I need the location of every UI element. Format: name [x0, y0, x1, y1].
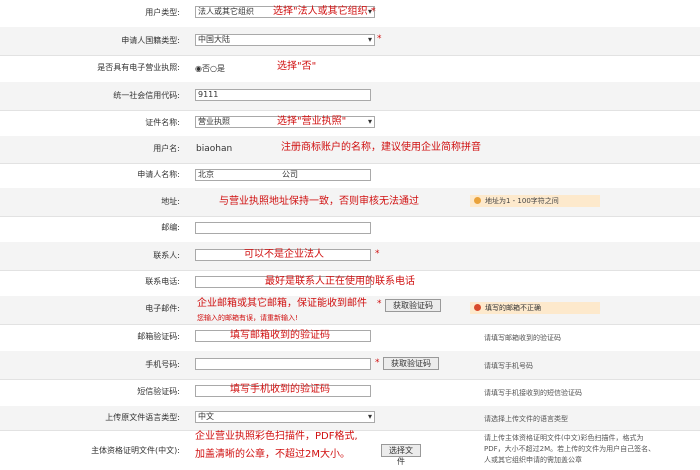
- error-icon: [474, 304, 481, 311]
- get-sms-code-button[interactable]: 获取验证码: [383, 357, 439, 370]
- annotation-email-code: 填写邮箱收到的验证码: [230, 330, 330, 341]
- annotation-file-line1: 企业营业执照彩色扫描件，PDF格式,: [195, 431, 358, 442]
- row-user-type: 用户类型: 法人或其它组织 选择"法人或其它组织 *: [0, 0, 700, 28]
- annotation-user-type: 选择"法人或其它组织 *: [273, 6, 376, 17]
- label-sms-code: 短信验证码:: [137, 387, 180, 396]
- row-nationality: 申请人国籍类型: 中国大陆 *: [0, 27, 700, 56]
- annotation-contact: 可以不是企业法人: [244, 249, 324, 260]
- label-email: 电子邮件:: [145, 304, 180, 313]
- get-email-code-button[interactable]: 获取验证码: [385, 299, 441, 312]
- mobile-input[interactable]: [195, 358, 371, 370]
- file-tip-line3: 人或其它组织申请的需加盖公章: [484, 456, 582, 464]
- file-tip-line2: PDF，大小不超过2M。若上传的文件为用户自己签名、: [484, 445, 656, 453]
- applicant-name-prefix: 北京: [198, 170, 214, 179]
- row-ebiz-license: 是否具有电子营业执照: ◉否○是 选择"否": [0, 55, 700, 83]
- annotation-file-line2: 加盖清晰的公章，不超过2M大小。: [195, 449, 350, 460]
- email-tip: 填写的邮箱不正确: [470, 302, 600, 314]
- label-nationality: 申请人国籍类型:: [121, 36, 180, 45]
- label-language: 上传原文件语言类型:: [105, 413, 180, 422]
- credit-code-input[interactable]: 9111: [195, 89, 371, 101]
- label-email-code: 邮箱验证码:: [137, 332, 180, 341]
- required-star: *: [375, 358, 380, 368]
- language-tip: 请选择上传文件的语言类型: [484, 415, 568, 423]
- sms-code-tip: 请填写手机接收到的短信验证码: [484, 389, 582, 397]
- email-code-tip: 请填写邮箱收到的验证码: [484, 334, 561, 342]
- address-tip: 地址为1 - 100字符之间: [470, 195, 600, 207]
- row-email: 电子邮件: 企业邮箱或其它邮箱，保证能收到邮件 * 您输入的邮箱有误，请重新输入…: [0, 296, 700, 325]
- annotation-email: 企业邮箱或其它邮箱，保证能收到邮件: [197, 298, 367, 309]
- mobile-tip: 请填写手机号码: [484, 362, 533, 370]
- row-address: 地址: 与营业执照地址保持一致，否则审核无法通过 地址为1 - 100字符之间: [0, 188, 700, 217]
- row-qualification-file: 主体资格证明文件(中文): 企业营业执照彩色扫描件，PDF格式, 加盖清晰的公章…: [0, 430, 700, 470]
- label-username: 用户名:: [153, 144, 180, 153]
- username-input[interactable]: biaohan: [196, 144, 232, 154]
- row-credit-code: 统一社会信用代码: 9111: [0, 82, 700, 111]
- annotation-sms-code: 填写手机收到的验证码: [230, 384, 330, 395]
- nationality-select[interactable]: 中国大陆: [195, 34, 375, 46]
- label-postcode: 邮编:: [161, 223, 180, 232]
- row-username: 用户名: biaohan 注册商标账户的名称，建议使用企业简称拼音: [0, 136, 700, 164]
- language-select[interactable]: 中文: [195, 411, 375, 423]
- file-tip-line1: 请上传主体资格证明文件(中文)彩色扫描件，格式为: [484, 434, 644, 442]
- ebiz-license-radio[interactable]: ◉否○是: [195, 63, 225, 74]
- row-cert-name: 证件名称: 营业执照 选择"营业执照": [0, 110, 700, 137]
- label-contact: 联系人:: [153, 251, 180, 260]
- address-tip-text: 地址为1 - 100字符之间: [485, 197, 559, 205]
- row-applicant-name: 申请人名称: 北京 公司: [0, 163, 700, 189]
- row-postcode: 邮编:: [0, 216, 700, 243]
- annotation-cert-name: 选择"营业执照": [277, 116, 347, 127]
- label-user-type: 用户类型:: [145, 8, 180, 17]
- applicant-name-input[interactable]: 北京 公司: [195, 169, 371, 181]
- email-error-hint: 您输入的邮箱有误，请重新输入!: [197, 314, 298, 322]
- label-applicant-name: 申请人名称:: [137, 170, 180, 179]
- row-contact: 联系人: 可以不是企业法人 *: [0, 242, 700, 271]
- choose-file-button[interactable]: 选择文件: [381, 444, 421, 466]
- applicant-name-suffix: 公司: [282, 170, 298, 179]
- row-phone: 联系电话: 最好是联系人正在使用的联系电话: [0, 270, 700, 297]
- annotation-phone: 最好是联系人正在使用的联系电话: [265, 276, 415, 287]
- label-qualification-file: 主体资格证明文件(中文):: [91, 446, 180, 455]
- label-ebiz-license: 是否具有电子营业执照:: [97, 63, 180, 72]
- label-mobile: 手机号码:: [145, 360, 180, 369]
- row-sms-code: 短信验证码: 填写手机收到的验证码 请填写手机接收到的短信验证码: [0, 379, 700, 407]
- annotation-ebiz: 选择"否": [277, 61, 317, 72]
- label-address: 地址:: [161, 197, 180, 206]
- required-star: *: [375, 249, 380, 259]
- annotation-address: 与营业执照地址保持一致，否则审核无法通过: [219, 196, 419, 207]
- annotation-username: 注册商标账户的名称，建议使用企业简称拼音: [281, 142, 481, 153]
- row-mobile: 手机号码: * 获取验证码 请填写手机号码: [0, 351, 700, 380]
- required-star: *: [377, 34, 382, 44]
- postcode-input[interactable]: [195, 222, 371, 234]
- email-tip-text: 填写的邮箱不正确: [485, 304, 541, 312]
- label-phone: 联系电话:: [145, 277, 180, 286]
- credit-code-value: 9111: [198, 90, 219, 99]
- label-credit-code: 统一社会信用代码:: [113, 91, 180, 100]
- warning-icon: [474, 197, 481, 204]
- label-cert-name: 证件名称:: [145, 118, 180, 127]
- row-email-code: 邮箱验证码: 填写邮箱收到的验证码 请填写邮箱收到的验证码: [0, 324, 700, 352]
- row-language: 上传原文件语言类型: 中文 请选择上传文件的语言类型: [0, 406, 700, 431]
- required-star: *: [377, 299, 382, 309]
